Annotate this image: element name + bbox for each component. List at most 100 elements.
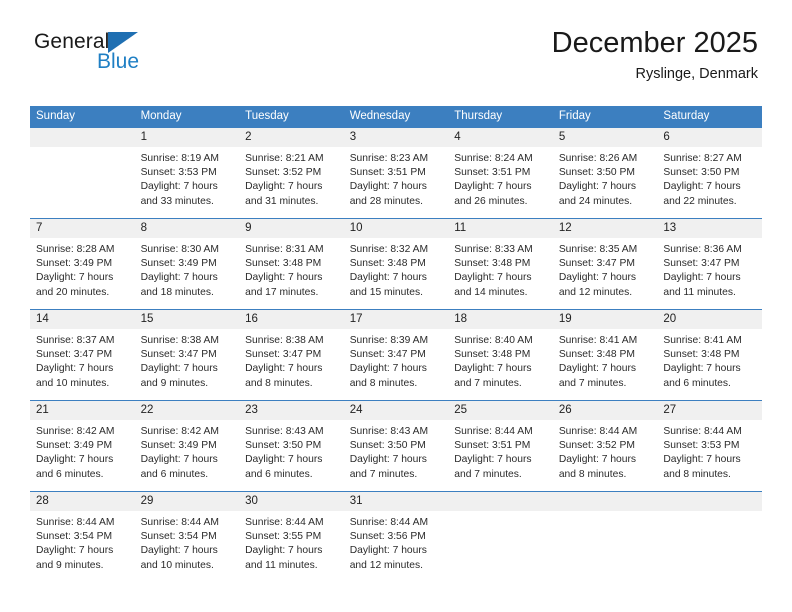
calendar-day-cell[interactable]: 26 Sunrise: 8:44 AM Sunset: 3:52 PM Dayligh… bbox=[552, 400, 658, 492]
day-detail-line: Sunrise: 8:38 AM bbox=[140, 335, 219, 346]
day-detail-line: and 11 minutes. bbox=[245, 559, 318, 571]
day-detail-line: and 11 minutes. bbox=[663, 286, 736, 298]
page-title: December 2025 bbox=[551, 27, 758, 59]
calendar-day-cell[interactable]: 13 Sunrise: 8:36 AM Sunset: 3:47 PM Dayligh… bbox=[657, 218, 762, 310]
day-detail-line: Sunset: 3:47 PM bbox=[349, 349, 426, 361]
calendar-day-cell[interactable]: 22 Sunrise: 8:42 AM Sunset: 3:49 PM Dayligh… bbox=[134, 400, 240, 492]
day-detail-line: and 22 minutes. bbox=[663, 195, 737, 207]
calendar-day-cell[interactable]: 25 Sunrise: 8:44 AM Sunset: 3:51 PM Dayligh… bbox=[448, 400, 553, 492]
calendar-day-cell[interactable] bbox=[30, 127, 135, 219]
day-detail-line: Sunrise: 8:44 AM bbox=[663, 426, 742, 437]
day-cell-content: 1 Sunrise: 8:19 AM Sunset: 3:53 PM Daylight… bbox=[134, 128, 240, 218]
day-detail-line: Daylight: 7 hours bbox=[245, 363, 323, 375]
day-number: 10 bbox=[343, 219, 449, 238]
day-details: Sunrise: 8:35 AM Sunset: 3:47 PM Daylight:… bbox=[553, 238, 658, 300]
day-details: Sunrise: 8:41 AM Sunset: 3:48 PM Daylight:… bbox=[657, 329, 762, 391]
day-number: 28 bbox=[30, 492, 135, 511]
day-number: 27 bbox=[657, 401, 762, 420]
calendar-day-cell[interactable] bbox=[448, 491, 553, 582]
day-cell-content: 15 Sunrise: 8:38 AM Sunset: 3:47 PM Dayligh… bbox=[134, 310, 240, 400]
calendar-day-cell[interactable]: 4 Sunrise: 8:24 AM Sunset: 3:51 PM Daylight… bbox=[448, 127, 553, 219]
day-details: Sunrise: 8:44 AM Sunset: 3:53 PM Daylight:… bbox=[657, 420, 762, 482]
calendar-day-cell[interactable]: 17 Sunrise: 8:39 AM Sunset: 3:47 PM Dayligh… bbox=[343, 309, 449, 401]
calendar-day-cell[interactable]: 18 Sunrise: 8:40 AM Sunset: 3:48 PM Dayligh… bbox=[448, 309, 553, 401]
calendar-day-cell[interactable]: 28 Sunrise: 8:44 AM Sunset: 3:54 PM Dayligh… bbox=[30, 491, 135, 582]
calendar-day-cell[interactable]: 29 Sunrise: 8:44 AM Sunset: 3:54 PM Dayligh… bbox=[134, 491, 240, 582]
day-cell-content: 12 Sunrise: 8:35 AM Sunset: 3:47 PM Dayligh… bbox=[552, 219, 658, 309]
day-detail-line: Sunset: 3:54 PM bbox=[36, 531, 113, 543]
calendar-day-cell[interactable]: 11 Sunrise: 8:33 AM Sunset: 3:48 PM Dayligh… bbox=[448, 218, 553, 310]
day-number: 22 bbox=[134, 401, 240, 420]
day-detail-line: Sunrise: 8:42 AM bbox=[36, 426, 115, 437]
calendar-day-cell[interactable]: 3 Sunrise: 8:23 AM Sunset: 3:51 PM Daylight… bbox=[343, 127, 449, 219]
calendar-day-cell[interactable]: 1 Sunrise: 8:19 AM Sunset: 3:53 PM Daylight… bbox=[134, 127, 240, 219]
calendar-day-cell[interactable]: 6 Sunrise: 8:27 AM Sunset: 3:50 PM Daylight… bbox=[657, 127, 762, 219]
calendar-day-cell[interactable]: 2 Sunrise: 8:21 AM Sunset: 3:52 PM Daylight… bbox=[239, 127, 344, 219]
day-cell-content bbox=[30, 128, 135, 218]
calendar-day-cell[interactable]: 23 Sunrise: 8:43 AM Sunset: 3:50 PM Dayligh… bbox=[239, 400, 344, 492]
weekday-header-thursday: Thursday bbox=[448, 106, 553, 128]
calendar-day-cell[interactable]: 9 Sunrise: 8:31 AM Sunset: 3:48 PM Daylight… bbox=[239, 218, 344, 310]
day-details: Sunrise: 8:44 AM Sunset: 3:51 PM Daylight:… bbox=[448, 420, 553, 482]
weekday-header-tuesday: Tuesday bbox=[239, 106, 344, 128]
day-number: 26 bbox=[552, 401, 658, 420]
calendar-day-cell[interactable]: 27 Sunrise: 8:44 AM Sunset: 3:53 PM Dayligh… bbox=[657, 400, 762, 492]
calendar-day-cell[interactable] bbox=[552, 491, 658, 582]
calendar-day-cell[interactable]: 10 Sunrise: 8:32 AM Sunset: 3:48 PM Dayligh… bbox=[343, 218, 449, 310]
day-detail-line: Sunrise: 8:27 AM bbox=[663, 153, 742, 164]
day-details: Sunrise: 8:27 AM Sunset: 3:50 PM Daylight:… bbox=[657, 147, 762, 209]
calendar-day-cell[interactable] bbox=[657, 491, 762, 582]
day-cell-content: 6 Sunrise: 8:27 AM Sunset: 3:50 PM Daylight… bbox=[657, 128, 762, 218]
day-details: Sunrise: 8:26 AM Sunset: 3:50 PM Daylight:… bbox=[553, 147, 658, 209]
day-detail-line: Sunset: 3:48 PM bbox=[245, 258, 322, 270]
day-cell-content: 3 Sunrise: 8:23 AM Sunset: 3:51 PM Daylight… bbox=[343, 128, 449, 218]
calendar-day-cell[interactable]: 16 Sunrise: 8:38 AM Sunset: 3:47 PM Dayligh… bbox=[239, 309, 344, 401]
day-detail-line: Daylight: 7 hours bbox=[36, 454, 114, 466]
day-detail-line: Sunrise: 8:43 AM bbox=[349, 426, 429, 437]
day-cell-content: 20 Sunrise: 8:41 AM Sunset: 3:48 PM Dayligh… bbox=[657, 310, 762, 400]
day-detail-line: and 6 minutes. bbox=[36, 468, 104, 480]
calendar-day-cell[interactable]: 15 Sunrise: 8:38 AM Sunset: 3:47 PM Dayligh… bbox=[134, 309, 240, 401]
calendar-day-cell[interactable]: 12 Sunrise: 8:35 AM Sunset: 3:47 PM Dayligh… bbox=[552, 218, 658, 310]
calendar-day-cell[interactable]: 24 Sunrise: 8:43 AM Sunset: 3:50 PM Dayligh… bbox=[343, 400, 449, 492]
day-detail-line: and 8 minutes. bbox=[245, 377, 313, 389]
calendar-day-cell[interactable]: 30 Sunrise: 8:44 AM Sunset: 3:55 PM Dayligh… bbox=[239, 491, 344, 582]
day-number: 30 bbox=[239, 492, 344, 511]
day-cell-content: 16 Sunrise: 8:38 AM Sunset: 3:47 PM Dayligh… bbox=[239, 310, 344, 400]
calendar-day-cell[interactable]: 5 Sunrise: 8:26 AM Sunset: 3:50 PM Daylight… bbox=[552, 127, 658, 219]
day-cell-content: 22 Sunrise: 8:42 AM Sunset: 3:49 PM Dayligh… bbox=[134, 401, 240, 491]
calendar-day-cell[interactable]: 21 Sunrise: 8:42 AM Sunset: 3:49 PM Dayligh… bbox=[30, 400, 135, 492]
day-details: Sunrise: 8:44 AM Sunset: 3:56 PM Daylight:… bbox=[344, 511, 449, 573]
day-cell-content: 5 Sunrise: 8:26 AM Sunset: 3:50 PM Daylight… bbox=[552, 128, 658, 218]
day-details: Sunrise: 8:33 AM Sunset: 3:48 PM Daylight:… bbox=[448, 238, 553, 300]
day-detail-line: Sunrise: 8:44 AM bbox=[558, 426, 638, 437]
day-detail-line: and 20 minutes. bbox=[36, 286, 110, 298]
day-detail-line: Sunset: 3:50 PM bbox=[558, 167, 635, 179]
calendar-day-cell[interactable]: 7 Sunrise: 8:28 AM Sunset: 3:49 PM Daylight… bbox=[30, 218, 135, 310]
day-details: Sunrise: 8:23 AM Sunset: 3:51 PM Daylight:… bbox=[344, 147, 449, 209]
day-detail-line: and 9 minutes. bbox=[36, 559, 104, 571]
day-cell-content: 7 Sunrise: 8:28 AM Sunset: 3:49 PM Daylight… bbox=[30, 219, 135, 309]
day-details: Sunrise: 8:36 AM Sunset: 3:47 PM Daylight:… bbox=[657, 238, 762, 300]
day-number: 24 bbox=[343, 401, 449, 420]
calendar-day-cell[interactable]: 8 Sunrise: 8:30 AM Sunset: 3:49 PM Daylight… bbox=[134, 218, 240, 310]
day-number: 12 bbox=[552, 219, 658, 238]
calendar-day-cell[interactable]: 14 Sunrise: 8:37 AM Sunset: 3:47 PM Dayligh… bbox=[30, 309, 135, 401]
calendar-body: 1 Sunrise: 8:19 AM Sunset: 3:53 PM Daylight… bbox=[30, 127, 762, 582]
day-details: Sunrise: 8:42 AM Sunset: 3:49 PM Daylight:… bbox=[30, 420, 135, 482]
day-number: 17 bbox=[343, 310, 449, 329]
day-detail-line: Sunset: 3:50 PM bbox=[245, 440, 322, 452]
day-details: Sunrise: 8:37 AM Sunset: 3:47 PM Daylight:… bbox=[30, 329, 135, 391]
day-detail-line: Sunrise: 8:44 AM bbox=[36, 517, 115, 528]
day-detail-line: Daylight: 7 hours bbox=[454, 363, 532, 375]
day-detail-line: Sunrise: 8:24 AM bbox=[454, 153, 533, 164]
calendar-day-cell[interactable]: 19 Sunrise: 8:41 AM Sunset: 3:48 PM Dayligh… bbox=[552, 309, 658, 401]
day-number: 3 bbox=[343, 128, 449, 147]
day-cell-content bbox=[448, 492, 553, 582]
calendar-day-cell[interactable]: 31 Sunrise: 8:44 AM Sunset: 3:56 PM Dayligh… bbox=[343, 491, 449, 582]
day-number: 6 bbox=[657, 128, 762, 147]
day-details: Sunrise: 8:30 AM Sunset: 3:49 PM Daylight:… bbox=[135, 238, 240, 300]
calendar-day-cell[interactable]: 20 Sunrise: 8:41 AM Sunset: 3:48 PM Dayligh… bbox=[657, 309, 762, 401]
day-detail-line: Daylight: 7 hours bbox=[454, 272, 532, 284]
day-detail-line: and 33 minutes. bbox=[140, 195, 214, 207]
